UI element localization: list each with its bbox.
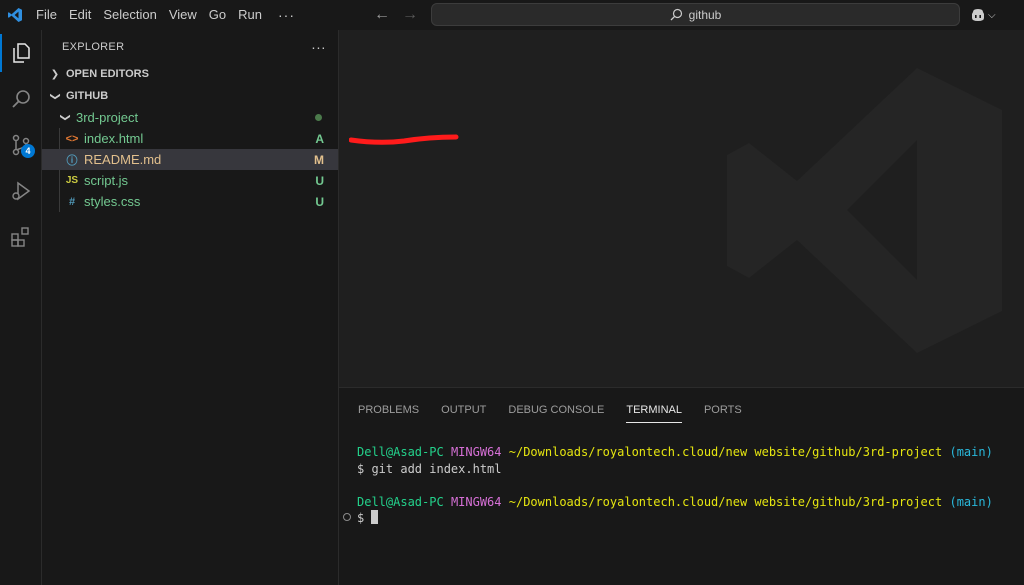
explorer-icon: [13, 43, 30, 63]
terminal-path: ~/Downloads/royalontech.cloud/new websit…: [508, 494, 943, 509]
red-annotation-stroke: [349, 134, 459, 145]
tab-debug-console[interactable]: DEBUG CONSOLE: [508, 401, 604, 419]
activity-explorer[interactable]: [0, 30, 42, 76]
tab-terminal[interactable]: TERMINAL: [626, 401, 682, 423]
terminal-output[interactable]: Dell@Asad-PC MINGW64 ~/Downloads/royalon…: [339, 432, 1024, 527]
file-row-script-js[interactable]: JS script.js U: [42, 170, 338, 191]
tab-output[interactable]: OUTPUT: [441, 401, 486, 419]
chevron-down-icon: ❯: [59, 113, 71, 122]
terminal-path: ~/Downloads/royalontech.cloud/new websit…: [508, 445, 943, 459]
folder-row[interactable]: ❯ 3rd-project: [42, 107, 338, 128]
workspace-section[interactable]: ❯ GITHUB: [42, 85, 338, 107]
explorer-sidebar: EXPLORER ··· ❯ OPEN EDITORS ❯ GITHUB ❯ 3…: [42, 30, 339, 585]
file-row-readme-md[interactable]: ⓘ README.md M: [42, 149, 338, 170]
menu-file[interactable]: File: [30, 0, 63, 30]
panel-tabs: PROBLEMS OUTPUT DEBUG CONSOLE TERMINAL P…: [339, 388, 1024, 432]
file-name: script.js: [84, 173, 129, 188]
copilot-button[interactable]: ⌵: [970, 5, 996, 25]
search-icon: [12, 90, 30, 108]
menu-selection[interactable]: Selection: [97, 0, 162, 30]
tab-ports[interactable]: PORTS: [704, 401, 742, 419]
folder-status-dot: [315, 114, 322, 121]
command-center-search[interactable]: github: [431, 3, 960, 26]
navigation-controls: ← →: [374, 0, 418, 30]
file-row-index-html[interactable]: <> index.html A: [42, 128, 338, 149]
terminal-env: MINGW64: [450, 445, 502, 459]
terminal-user: Dell@Asad-PC: [357, 445, 444, 459]
chevron-down-icon: ⌵: [988, 9, 996, 21]
file-list: <> index.html A ⓘ README.md M JS script.…: [42, 128, 338, 212]
activity-bar: 4: [0, 30, 42, 585]
terminal-prompt: $: [357, 511, 372, 525]
menu-go[interactable]: Go: [203, 0, 232, 30]
terminal-cursor: [371, 510, 379, 524]
copilot-icon: [972, 9, 984, 21]
menu-more-button[interactable]: ···: [268, 7, 305, 23]
chevron-down-icon: ❯: [49, 91, 61, 101]
menu-view[interactable]: View: [163, 0, 203, 30]
search-icon: [670, 8, 682, 21]
menu-bar: File Edit Selection View Go Run ···: [30, 0, 305, 30]
file-status: U: [315, 173, 324, 188]
editor-area[interactable]: [339, 30, 1024, 387]
command-decoration-icon: [343, 513, 351, 521]
workspace-label: GITHUB: [66, 90, 109, 102]
file-name: styles.css: [84, 194, 141, 209]
explorer-header: EXPLORER ···: [42, 30, 338, 63]
chevron-right-icon: ❯: [50, 68, 60, 80]
activity-search[interactable]: [0, 76, 42, 122]
extensions-icon: [11, 227, 29, 247]
tab-problems[interactable]: PROBLEMS: [358, 401, 419, 419]
terminal-branch: (main): [949, 445, 993, 459]
terminal-prompt-line: Dell@Asad-PC MINGW64 ~/Downloads/royalon…: [357, 444, 1024, 461]
vscode-watermark-icon: [727, 68, 1002, 353]
source-control-badge: 4: [21, 144, 35, 158]
activity-extensions[interactable]: [0, 214, 42, 260]
activity-source-control[interactable]: 4: [0, 122, 42, 168]
file-status: M: [314, 152, 324, 167]
bottom-panel: PROBLEMS OUTPUT DEBUG CONSOLE TERMINAL P…: [339, 387, 1024, 585]
css-file-icon: #: [68, 195, 76, 208]
info-file-icon: ⓘ: [66, 154, 78, 167]
open-editors-label: OPEN EDITORS: [66, 68, 149, 80]
file-status: U: [315, 194, 324, 209]
terminal-user: Dell@Asad-PC: [357, 494, 444, 509]
folder-name: 3rd-project: [76, 110, 139, 125]
terminal-prompt-line: Dell@Asad-PC MINGW64 ~/Downloads/royalon…: [357, 494, 1024, 511]
activity-run-debug[interactable]: [0, 168, 42, 214]
terminal-input-line[interactable]: $: [343, 510, 1024, 527]
explorer-more-button[interactable]: ···: [311, 39, 326, 55]
file-row-styles-css[interactable]: # styles.css U: [42, 191, 338, 212]
run-debug-icon: [12, 181, 31, 201]
title-bar: File Edit Selection View Go Run ··· ← → …: [0, 0, 1024, 30]
terminal-branch: (main): [949, 494, 993, 509]
open-editors-section[interactable]: ❯ OPEN EDITORS: [42, 63, 338, 85]
menu-run[interactable]: Run: [232, 0, 268, 30]
explorer-title: EXPLORER: [62, 40, 125, 53]
terminal-env: MINGW64: [450, 494, 502, 509]
html-file-icon: <>: [65, 132, 79, 145]
menu-edit[interactable]: Edit: [63, 0, 97, 30]
command-center-text: github: [688, 7, 722, 22]
back-arrow-icon[interactable]: ←: [374, 6, 390, 24]
file-status: A: [315, 131, 324, 146]
js-file-icon: JS: [65, 175, 79, 186]
forward-arrow-icon[interactable]: →: [402, 6, 418, 24]
terminal-command-line: $ git add index.html: [357, 461, 502, 476]
vscode-logo-icon: [0, 0, 30, 30]
file-name: README.md: [84, 152, 162, 167]
file-name: index.html: [84, 131, 144, 146]
